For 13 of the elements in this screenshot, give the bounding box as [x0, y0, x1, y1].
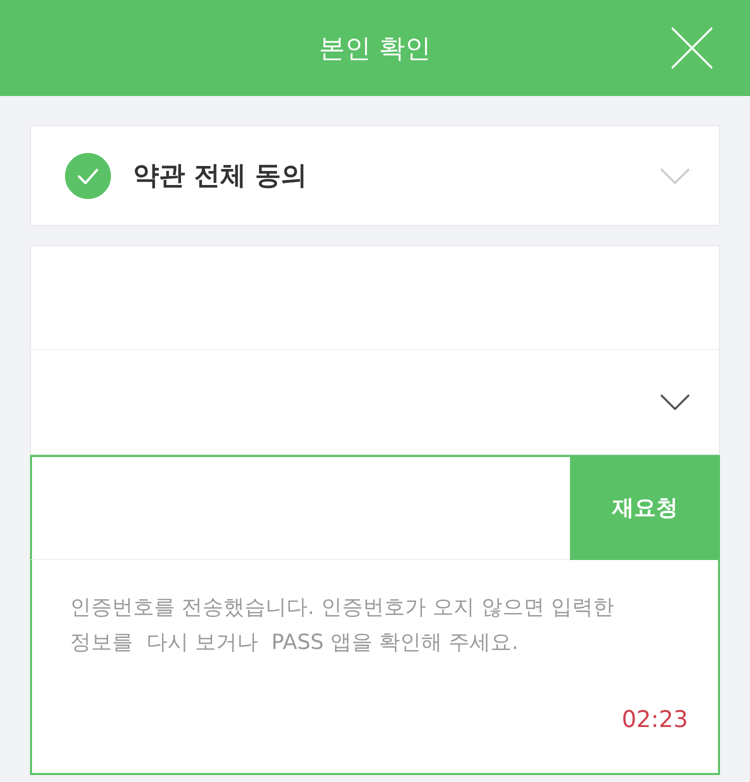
- chevron-down-icon: [660, 394, 690, 410]
- input-field[interactable]: [30, 245, 720, 350]
- check-circle-icon[interactable]: [65, 152, 111, 198]
- info-message: 인증번호를 전송했습니다. 인증번호가 오지 않으면 입력한 정보를 다시 보거나 PASS 앱을 확인해 주세요.: [70, 594, 616, 656]
- countdown-timer: 02:23: [622, 707, 688, 733]
- code-input-field[interactable]: [30, 455, 570, 560]
- page-title: 본인 확인: [318, 32, 432, 66]
- chevron-down-icon: [660, 168, 690, 184]
- resend-button[interactable]: 재요청: [570, 455, 720, 560]
- close-button[interactable]: [671, 27, 713, 69]
- dropdown-field[interactable]: [30, 350, 720, 455]
- close-icon: [671, 27, 713, 69]
- terms-label: 약관 전체 동의: [133, 160, 308, 193]
